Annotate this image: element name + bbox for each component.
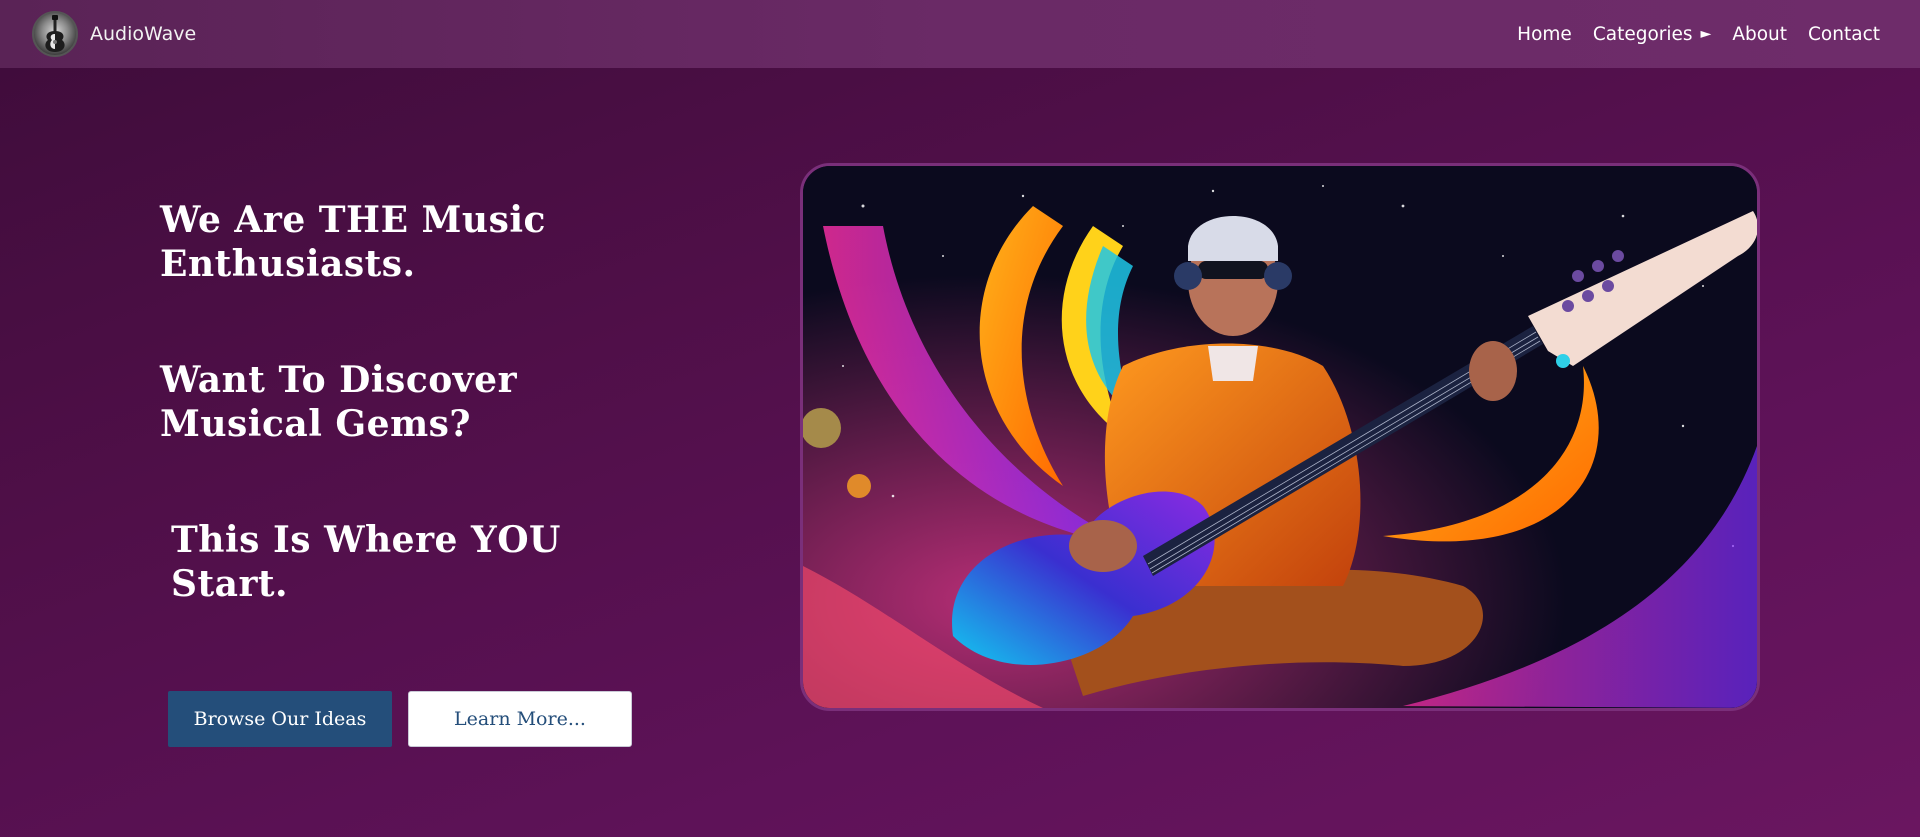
guitar-logo-icon bbox=[32, 11, 78, 57]
nav-about[interactable]: About bbox=[1732, 24, 1787, 45]
brand-link[interactable]: AudioWave bbox=[32, 11, 196, 57]
nav-categories-label: Categories bbox=[1592, 23, 1693, 45]
learn-more-button[interactable]: Learn More... bbox=[408, 691, 632, 747]
hero-heading-secondary: Want To Discover Musical Gems? bbox=[160, 359, 518, 445]
triangle-right-icon: ► bbox=[1700, 26, 1712, 42]
hero-illustration-art bbox=[803, 166, 1757, 708]
nav-about-label: About bbox=[1732, 23, 1788, 45]
hero-heading-tertiary: This Is Where YOU Start. bbox=[171, 519, 561, 605]
hero-heading-primary: We Are THE Music Enthusiasts. bbox=[160, 199, 546, 285]
nav-contact[interactable]: Contact bbox=[1808, 24, 1880, 45]
brand-name: AudioWave bbox=[90, 23, 197, 45]
nav-categories[interactable]: Categories ► bbox=[1593, 24, 1712, 45]
nav-contact-label: Contact bbox=[1808, 23, 1880, 45]
browse-ideas-button[interactable]: Browse Our Ideas bbox=[168, 691, 392, 747]
navbar: AudioWave Home Categories ► About Contac… bbox=[0, 0, 1920, 68]
guitarist-in-space-illustration bbox=[800, 163, 1760, 711]
nav-links: Home Categories ► About Contact bbox=[1517, 24, 1880, 45]
nav-home-label: Home bbox=[1517, 23, 1572, 45]
nav-home[interactable]: Home bbox=[1517, 24, 1572, 45]
